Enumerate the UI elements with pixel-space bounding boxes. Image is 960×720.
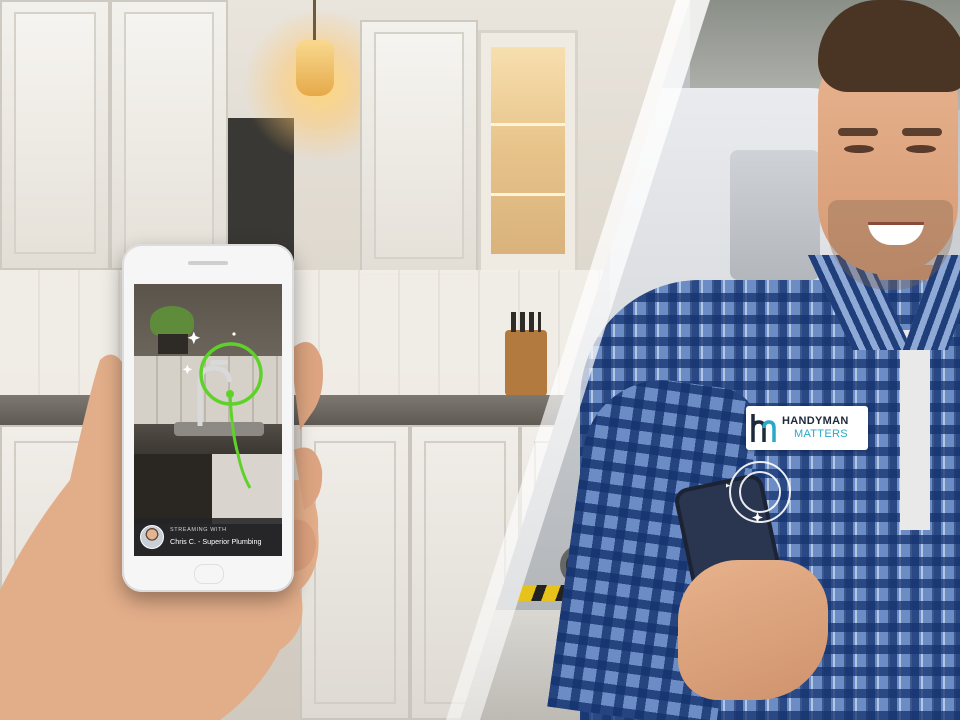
- annotation-overlay: [182, 331, 263, 489]
- sparkle-icon: [187, 331, 201, 345]
- streaming-bar: STREAMING WITH Chris C. - Superior Plumb…: [134, 518, 282, 556]
- logo-text-handyman: HANDYMAN: [782, 415, 849, 427]
- pendant-cord: [313, 0, 316, 42]
- avatar: [140, 525, 164, 549]
- technician-name: Chris C. - Superior Plumbing: [170, 537, 262, 546]
- logo-text-matters: MATTERS: [794, 428, 848, 440]
- pendant-light: [296, 40, 334, 96]
- hand: [678, 560, 828, 700]
- ripple-ring-icon: [726, 461, 791, 523]
- home-button[interactable]: [194, 564, 224, 584]
- knife-block: [505, 312, 547, 396]
- upper-cabinet: [0, 0, 110, 270]
- upper-cabinet: [360, 20, 478, 275]
- sparkle-icon: [182, 364, 193, 375]
- arrow-annotation: [228, 393, 252, 489]
- customer-phone: STREAMING WITH Chris C. - Superior Plumb…: [122, 244, 294, 592]
- phone-speaker: [188, 261, 228, 265]
- glass-cabinet: [478, 30, 578, 275]
- streaming-label: STREAMING WITH: [170, 527, 227, 533]
- hm-logo-icon: [751, 414, 776, 442]
- upper-cabinet: [110, 0, 228, 270]
- hero-scene: HANDYMAN MATTERS STREAMING WITH Chris C.…: [0, 0, 960, 720]
- hair: [818, 0, 960, 92]
- handyman-matters-logo: HANDYMAN MATTERS: [746, 406, 868, 450]
- video-stream-screen: STREAMING WITH Chris C. - Superior Plumb…: [134, 284, 282, 556]
